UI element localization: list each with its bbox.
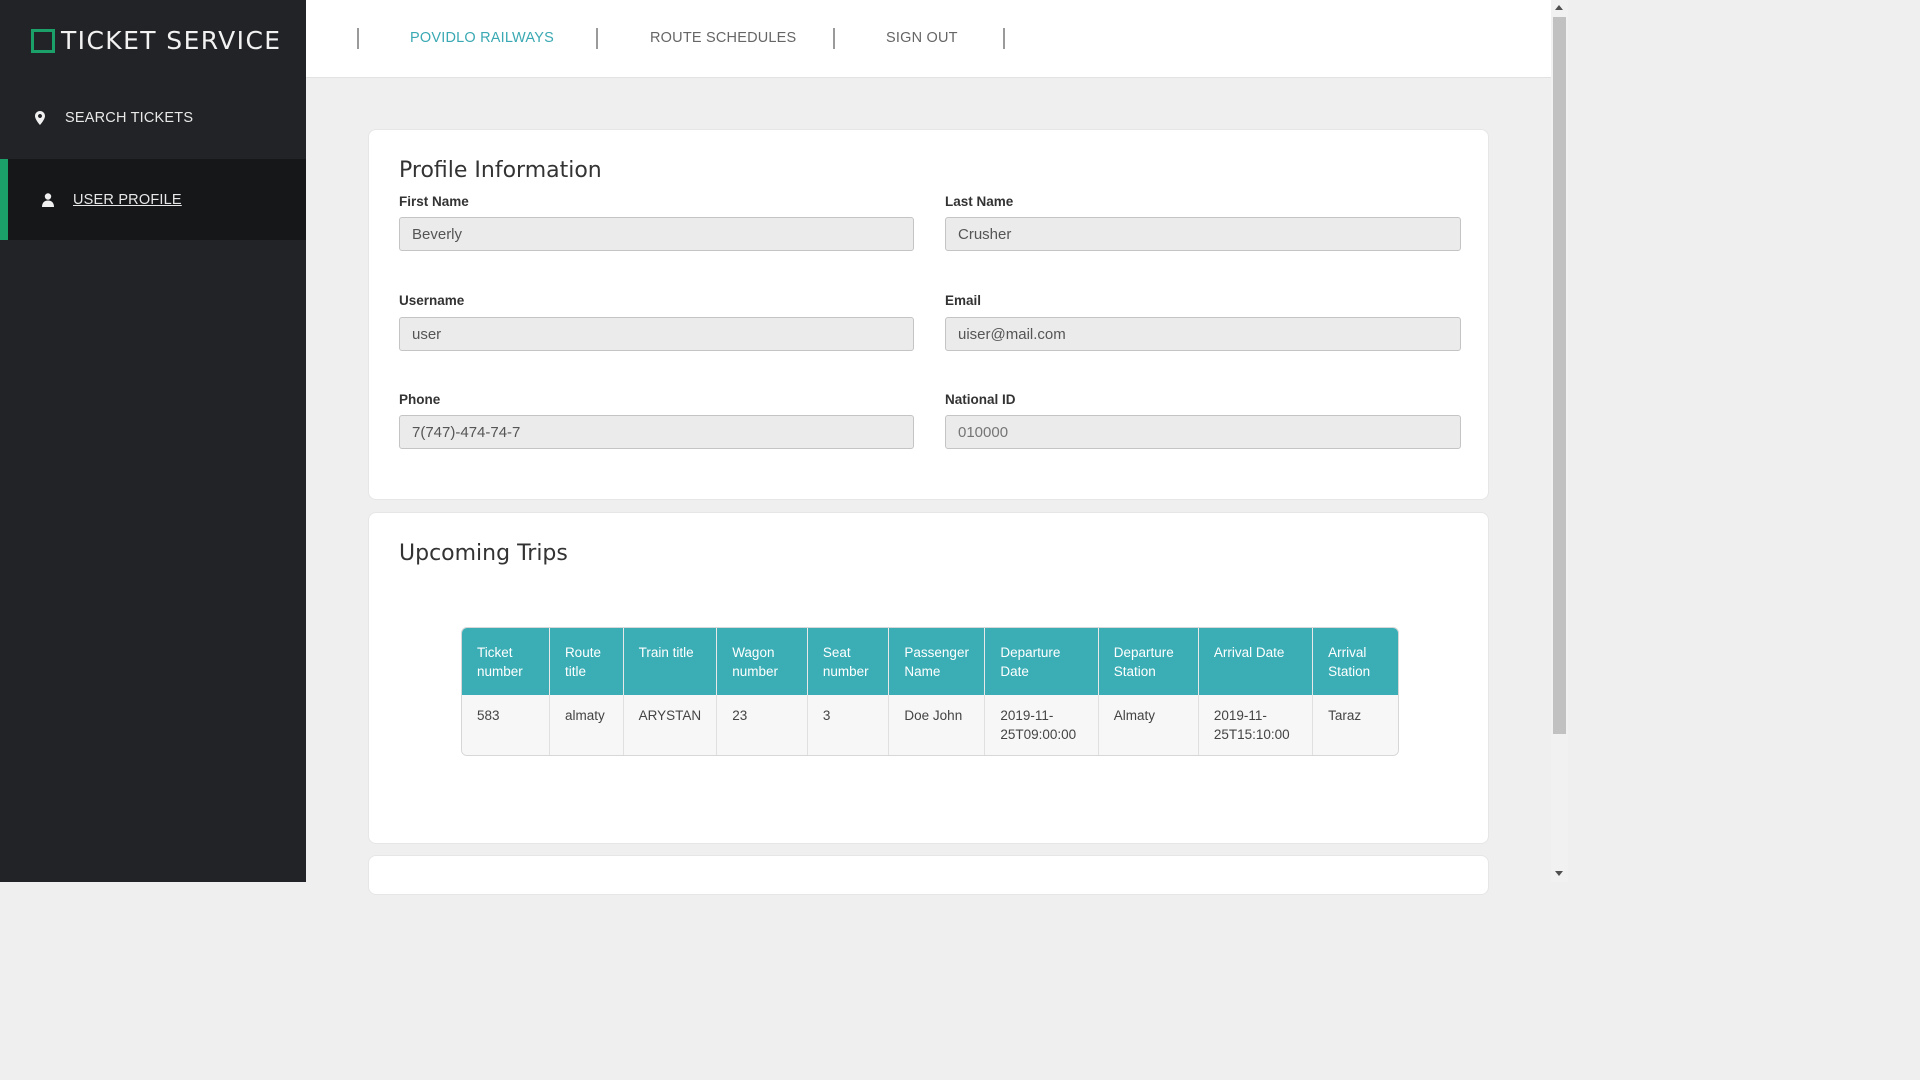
first-name-field[interactable]: [399, 217, 914, 251]
last-name-field[interactable]: [945, 217, 1461, 251]
column-header: Ticket number: [462, 628, 550, 695]
profile-title: Profile Information: [399, 158, 602, 183]
sidebar-item-label: USER PROFILE: [73, 191, 182, 208]
national-id-label: National ID: [945, 392, 1016, 407]
trips-table: Ticket number Route title Train title Wa…: [461, 627, 1399, 756]
table-cell: 23: [717, 695, 808, 755]
next-card: [368, 855, 1489, 895]
active-indicator: [0, 159, 8, 240]
sidebar-item-label: SEARCH TICKETS: [65, 109, 194, 126]
table-header-row: Ticket number Route title Train title Wa…: [462, 628, 1398, 695]
column-header: Wagon number: [717, 628, 808, 695]
column-header: Seat number: [807, 628, 890, 695]
map-marker-icon: [35, 110, 45, 125]
phone-field[interactable]: [399, 415, 914, 449]
upcoming-trips-title: Upcoming Trips: [399, 541, 568, 566]
email-field[interactable]: [945, 317, 1461, 351]
column-header: Departure Station: [1098, 628, 1199, 695]
column-header: Departure Date: [985, 628, 1099, 695]
nav-separator: [357, 28, 359, 49]
table-cell: Taraz: [1313, 695, 1398, 755]
scroll-down-arrow-icon[interactable]: [1555, 871, 1563, 876]
upcoming-trips-card: Upcoming Trips Ticket number Route title…: [368, 512, 1489, 844]
nav-separator: [833, 28, 835, 49]
last-name-label: Last Name: [945, 194, 1014, 209]
nav-separator: [596, 28, 598, 49]
email-label: Email: [945, 293, 982, 308]
column-header: Route title: [549, 628, 624, 695]
nav-link-sign-out[interactable]: SIGN OUT: [886, 30, 958, 46]
column-header: Passenger Name: [889, 628, 986, 695]
table-cell: 2019-11-25T15:10:00: [1198, 695, 1314, 755]
table-cell: 2019-11-25T09:00:00: [985, 695, 1099, 755]
table-cell: almaty: [549, 695, 624, 755]
scrollbar-thumb[interactable]: [1553, 17, 1566, 734]
user-icon: [42, 192, 54, 207]
table-cell: Doe John: [889, 695, 986, 755]
first-name-label: First Name: [399, 194, 469, 209]
app-title: TICKET SERVICE: [61, 26, 282, 55]
brand-logo[interactable]: TICKET SERVICE: [31, 26, 282, 55]
sidebar-item-search-tickets[interactable]: SEARCH TICKETS: [0, 77, 306, 158]
top-nav: POVIDLO RAILWAYS ROUTE SCHEDULES SIGN OU…: [306, 0, 1551, 78]
profile-card: Profile Information First Name Last Name…: [368, 129, 1489, 500]
phone-label: Phone: [399, 392, 441, 407]
table-cell: ARYSTAN: [623, 695, 718, 755]
nav-link-route-schedules[interactable]: ROUTE SCHEDULES: [650, 30, 796, 46]
username-label: Username: [399, 293, 465, 308]
column-header: Arrival Station: [1313, 628, 1398, 695]
nav-separator: [1003, 28, 1005, 49]
table-cell: 583: [462, 695, 550, 755]
sidebar-item-user-profile[interactable]: USER PROFILE: [0, 159, 306, 240]
username-field[interactable]: [399, 317, 914, 351]
page-scrollbar[interactable]: [1551, 0, 1568, 882]
logo-square-icon: [31, 28, 55, 53]
column-header: Arrival Date: [1198, 628, 1314, 695]
table-row: 583 almaty ARYSTAN 23 3 Doe John 2019-11…: [462, 695, 1398, 755]
table-cell: Almaty: [1098, 695, 1199, 755]
nav-link-povidlo-railways[interactable]: POVIDLO RAILWAYS: [410, 30, 554, 46]
sidebar: TICKET SERVICE SEARCH TICKETS USER PROFI…: [0, 0, 306, 882]
table-cell: 3: [807, 695, 890, 755]
national-id-field[interactable]: [945, 415, 1461, 449]
column-header: Train title: [623, 628, 718, 695]
scroll-up-arrow-icon[interactable]: [1555, 5, 1563, 10]
